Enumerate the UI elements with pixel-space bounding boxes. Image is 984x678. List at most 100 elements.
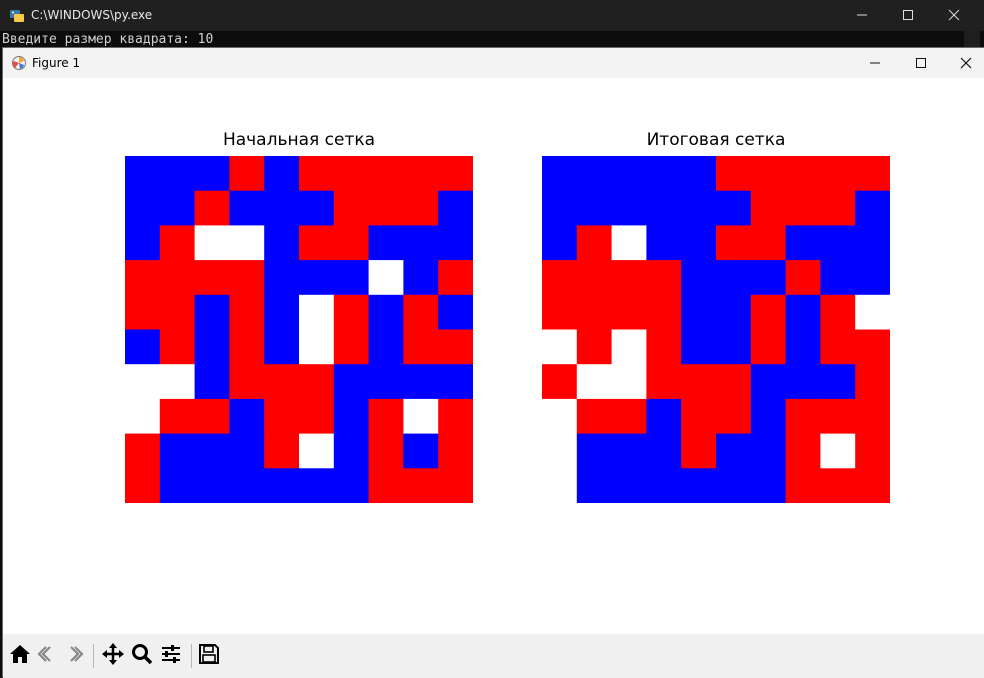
grid-cell xyxy=(576,433,613,469)
grid-cell xyxy=(403,468,439,503)
grid-cell xyxy=(403,225,439,261)
grid-cell xyxy=(855,225,890,261)
grid-cell xyxy=(264,364,300,400)
grid-cell xyxy=(264,294,300,331)
grid-cell xyxy=(264,225,300,261)
grid-cell xyxy=(750,364,787,400)
grid-cell xyxy=(368,433,404,469)
grid-cell xyxy=(368,398,404,435)
grid-cell xyxy=(264,398,300,435)
grid-cell xyxy=(194,433,230,469)
grid-cell xyxy=(611,364,647,400)
grid-cell xyxy=(159,468,196,503)
figure-maximize-button[interactable] xyxy=(898,48,944,78)
save-button[interactable] xyxy=(196,643,222,669)
grid-cell xyxy=(438,433,473,469)
grid-cell xyxy=(125,156,161,192)
grid-cell xyxy=(542,398,578,435)
maximize-icon xyxy=(915,54,927,73)
grid-cell xyxy=(785,225,821,261)
grid-cell xyxy=(611,225,647,261)
grid-cell xyxy=(299,433,335,469)
grid-cell xyxy=(438,468,473,503)
grid-cell xyxy=(299,156,335,192)
console-scrollbar[interactable] xyxy=(964,31,980,47)
configure-subplots-icon xyxy=(159,642,183,670)
grid-cell xyxy=(194,225,230,261)
grid-cell xyxy=(159,329,196,365)
grid-cell xyxy=(820,468,856,503)
console-title: C:\WINDOWS\py.exe xyxy=(31,8,153,22)
grid-final[interactable] xyxy=(542,156,890,503)
grid-cell xyxy=(299,294,335,331)
close-icon xyxy=(948,6,960,25)
grid-cell xyxy=(125,398,161,435)
grid-cell xyxy=(333,294,370,331)
grid-cell xyxy=(716,294,752,331)
figure-close-button[interactable] xyxy=(943,48,984,78)
minimize-icon xyxy=(856,6,868,25)
grid-cell xyxy=(438,190,473,226)
grid-cell xyxy=(820,398,856,435)
console-minimize-button[interactable] xyxy=(839,0,885,31)
grid-cell xyxy=(403,156,439,192)
grid-cell xyxy=(820,156,856,192)
grid-cell xyxy=(438,294,473,331)
console-titlebar[interactable]: C:\WINDOWS\py.exe xyxy=(0,0,984,31)
back-arrow-icon xyxy=(36,643,58,669)
minimize-icon xyxy=(869,54,881,73)
grid-cell xyxy=(299,190,335,226)
grid-cell xyxy=(646,329,682,365)
zoom-button[interactable] xyxy=(129,643,155,669)
grid-cell xyxy=(681,190,717,226)
grid-cell xyxy=(368,329,404,365)
figure-window: Figure 1 Начальная сетка Итоговая сетка xyxy=(2,47,984,678)
console-close-button[interactable] xyxy=(931,0,977,31)
grid-cell xyxy=(125,260,161,296)
grid-cell xyxy=(681,156,717,192)
grid-cell xyxy=(716,433,752,469)
grid-cell xyxy=(299,468,335,503)
back-button[interactable] xyxy=(34,643,60,669)
grid-cell xyxy=(681,398,717,435)
grid-cell xyxy=(264,156,300,192)
grid-cell xyxy=(681,329,717,365)
figure-minimize-button[interactable] xyxy=(852,48,898,78)
grid-cell xyxy=(681,225,717,261)
save-icon xyxy=(198,643,220,669)
grid-cell xyxy=(194,294,230,331)
forward-button[interactable] xyxy=(61,643,87,669)
grid-cell xyxy=(820,433,856,469)
grid-cell xyxy=(611,398,647,435)
grid-cell xyxy=(333,433,370,469)
grid-cell xyxy=(159,294,196,331)
grid-cell xyxy=(716,225,752,261)
grid-cell xyxy=(611,260,647,296)
grid-initial[interactable] xyxy=(125,156,473,503)
grid-cell xyxy=(611,433,647,469)
figure-title: Figure 1 xyxy=(32,56,81,70)
grid-cell xyxy=(750,260,787,296)
figure-canvas[interactable]: Начальная сетка Итоговая сетка xyxy=(3,78,984,634)
maximize-icon xyxy=(902,6,914,25)
grid-cell xyxy=(299,329,335,365)
grid-cell xyxy=(403,398,439,435)
grid-cell xyxy=(611,468,647,503)
grid-cell xyxy=(333,398,370,435)
toolbar-separator xyxy=(93,644,94,668)
figure-titlebar[interactable]: Figure 1 xyxy=(3,48,984,78)
grid-cell xyxy=(229,294,265,331)
toolbar-separator xyxy=(191,644,192,668)
grid-cell xyxy=(820,294,856,331)
grid-cell xyxy=(750,468,787,503)
grid-cell xyxy=(855,468,890,503)
grid-cell xyxy=(785,433,821,469)
configure-subplots-button[interactable] xyxy=(158,643,184,669)
grid-cell xyxy=(229,329,265,365)
grid-cell xyxy=(750,433,787,469)
grid-cell xyxy=(194,398,230,435)
home-button[interactable] xyxy=(7,643,33,669)
console-maximize-button[interactable] xyxy=(885,0,931,31)
grid-cell xyxy=(403,329,439,365)
pan-button[interactable] xyxy=(100,643,126,669)
